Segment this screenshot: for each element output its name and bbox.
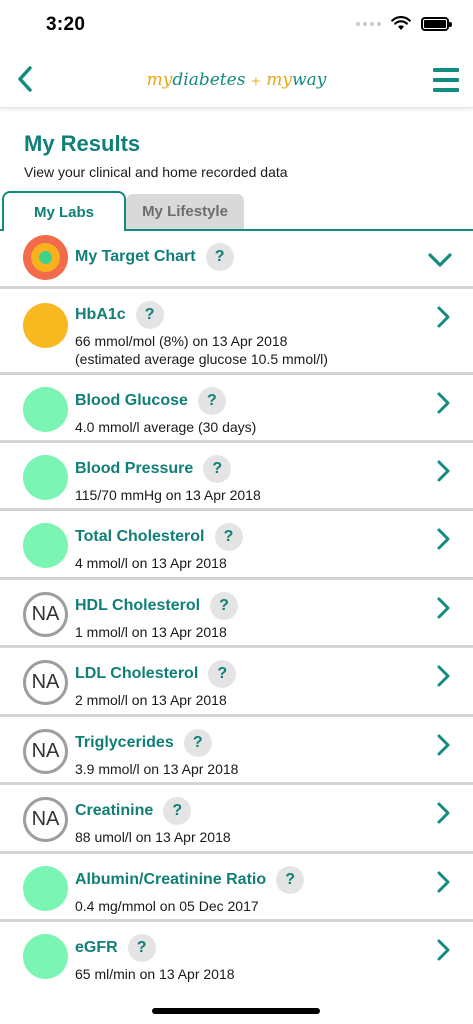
result-row-egfr[interactable]: eGFR ? 65 ml/min on 13 Apr 2018 (0, 922, 473, 990)
row-title: My Target Chart (75, 248, 196, 265)
result-row-total-cholesterol[interactable]: Total Cholesterol ? 4 mmol/l on 13 Apr 2… (0, 511, 473, 580)
nav-bar: mydiabetes + myway (0, 50, 473, 108)
chevron-right-icon (437, 871, 450, 893)
results-list: My Target Chart ? HbA1c ? 66 mmol/mol (8… (0, 231, 473, 990)
na-indicator: NA (23, 797, 68, 842)
target-chart-row[interactable]: My Target Chart ? (0, 231, 473, 289)
row-value: 66 mmol/mol (8%) on 13 Apr 2018 (75, 333, 288, 349)
page-title: My Results (24, 131, 141, 156)
status-indicator (23, 387, 68, 432)
chevron-right-icon (437, 306, 450, 328)
row-title: Triglycerides (75, 734, 174, 751)
wifi-icon (391, 16, 411, 30)
row-title: Creatinine (75, 802, 154, 819)
row-title: HbA1c (75, 306, 126, 323)
chevron-right-icon (437, 665, 450, 687)
help-icon[interactable]: ? (210, 592, 239, 620)
status-indicator (23, 866, 68, 911)
row-value: 2 mmol/l on 13 Apr 2018 (75, 692, 227, 708)
row-value: 4 mmol/l on 13 Apr 2018 (75, 555, 227, 571)
row-value: 1 mmol/l on 13 Apr 2018 (75, 624, 227, 640)
home-indicator[interactable] (152, 1008, 320, 1014)
row-value: 115/70 mmHg on 13 Apr 2018 (75, 487, 261, 503)
help-icon[interactable]: ? (205, 243, 234, 271)
row-title: HDL Cholesterol (75, 597, 201, 614)
result-row-blood-pressure[interactable]: Blood Pressure ? 115/70 mmHg on 13 Apr 2… (0, 443, 473, 511)
row-value: 88 umol/l on 13 Apr 2018 (75, 829, 231, 845)
help-icon[interactable]: ? (214, 523, 243, 551)
row-value: 65 ml/min on 13 Apr 2018 (75, 966, 235, 982)
status-indicator (23, 934, 68, 979)
battery-icon (421, 16, 452, 31)
chevron-right-icon (437, 460, 450, 482)
help-icon[interactable]: ? (127, 934, 156, 962)
menu-icon[interactable] (433, 68, 459, 92)
result-row-blood-glucose[interactable]: Blood Glucose ? 4.0 mmol/l average (30 d… (0, 375, 473, 443)
result-row-albumin-creatinine-ratio[interactable]: Albumin/Creatinine Ratio ? 0.4 mg/mmol o… (0, 854, 473, 922)
tab-bar: My Lifestyle My Labs (0, 191, 473, 233)
help-icon[interactable]: ? (276, 866, 305, 894)
row-title: Blood Pressure (75, 460, 194, 477)
chevron-right-icon (437, 528, 450, 550)
help-icon[interactable]: ? (203, 455, 232, 483)
row-value: 0.4 mg/mmol on 05 Dec 2017 (75, 898, 259, 914)
app-logo: mydiabetes + myway (146, 70, 327, 90)
status-indicator (23, 523, 68, 568)
result-row-triglycerides[interactable]: NA Triglycerides ? 3.9 mmol/l on 13 Apr … (0, 717, 473, 785)
row-title: eGFR (75, 939, 118, 956)
result-row-ldl-cholesterol[interactable]: NA LDL Cholesterol ? 2 mmol/l on 13 Apr … (0, 648, 473, 717)
na-indicator: NA (23, 729, 68, 774)
row-title: Total Cholesterol (75, 528, 205, 545)
status-icons (356, 16, 452, 31)
row-title: Blood Glucose (75, 392, 188, 409)
signal-icon (356, 21, 381, 26)
help-icon[interactable]: ? (135, 301, 164, 329)
help-icon[interactable]: ? (183, 729, 212, 757)
na-indicator: NA (23, 660, 68, 705)
help-icon[interactable]: ? (197, 387, 226, 415)
na-indicator: NA (23, 592, 68, 637)
help-icon[interactable]: ? (208, 660, 237, 688)
chevron-right-icon (437, 392, 450, 414)
chevron-right-icon (437, 802, 450, 824)
status-bar: 3:20 (0, 0, 473, 50)
status-indicator (23, 303, 68, 348)
status-indicator (23, 455, 68, 500)
result-row-hba1c[interactable]: HbA1c ? 66 mmol/mol (8%) on 13 Apr 2018 … (0, 289, 473, 375)
tab-my-lifestyle[interactable]: My Lifestyle (126, 194, 244, 229)
result-row-hdl-cholesterol[interactable]: NA HDL Cholesterol ? 1 mmol/l on 13 Apr … (0, 580, 473, 648)
status-time: 3:20 (46, 14, 86, 35)
target-chart-icon (23, 235, 68, 280)
row-value: 4.0 mmol/l average (30 days) (75, 419, 257, 435)
help-icon[interactable]: ? (163, 797, 192, 825)
row-title: Albumin/Creatinine Ratio (75, 871, 267, 888)
result-row-creatinine[interactable]: NA Creatinine ? 88 umol/l on 13 Apr 2018 (0, 785, 473, 854)
chevron-right-icon (437, 939, 450, 961)
page-subtitle: View your clinical and home recorded dat… (24, 164, 288, 180)
row-title: LDL Cholesterol (75, 665, 199, 682)
row-value-secondary: (estimated average glucose 10.5 mmol/l) (75, 351, 328, 367)
chevron-down-icon (428, 253, 452, 267)
chevron-right-icon (437, 734, 450, 756)
tab-my-labs[interactable]: My Labs (2, 191, 126, 233)
chevron-right-icon (437, 597, 450, 619)
row-value: 3.9 mmol/l on 13 Apr 2018 (75, 761, 239, 777)
